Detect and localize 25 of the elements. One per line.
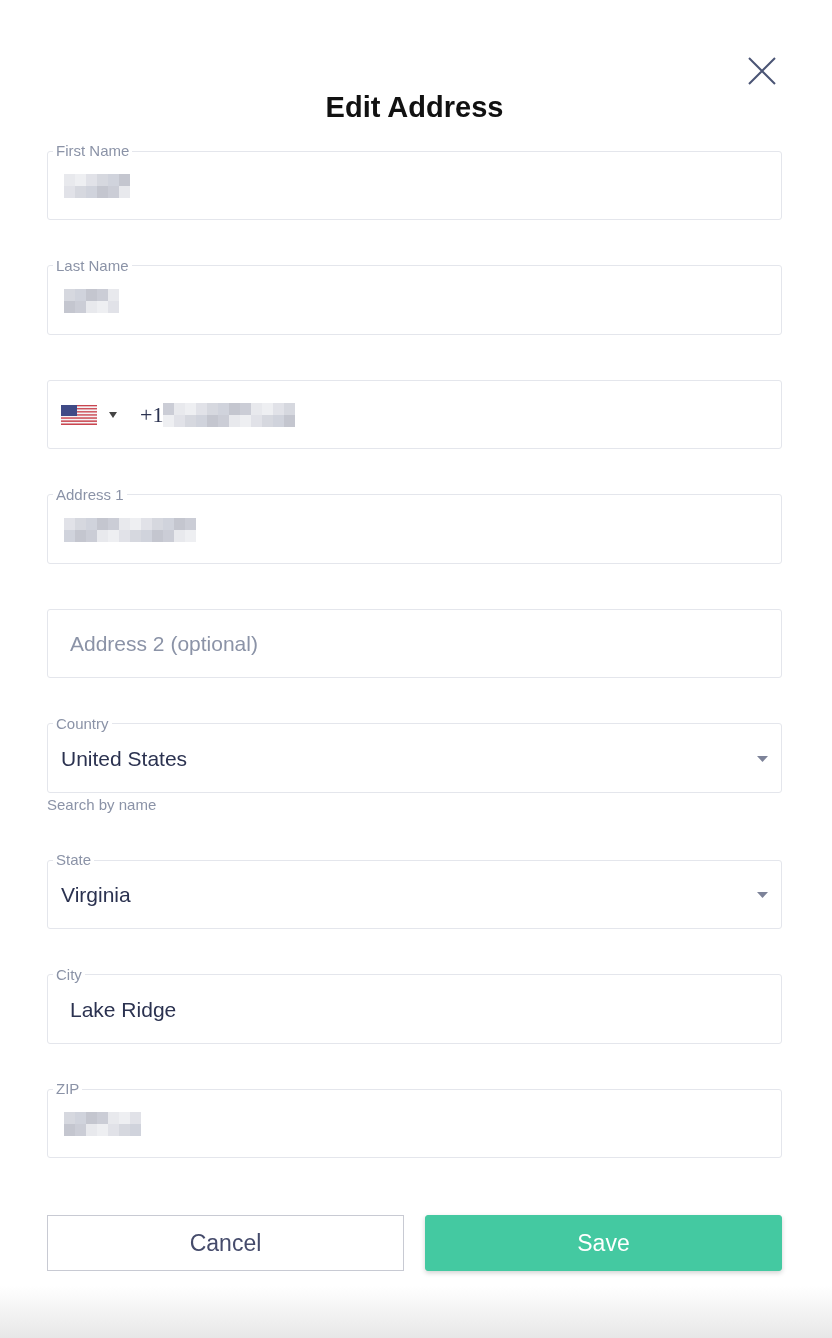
dropdown-field[interactable]: State Virginia xyxy=(47,852,782,929)
field-label: First Name xyxy=(55,143,131,159)
text-field[interactable]: Address 2 (optional) xyxy=(47,609,782,678)
close-button[interactable] xyxy=(748,57,776,85)
cancel-button[interactable]: Cancel xyxy=(47,1215,404,1271)
field-label: Address 1 xyxy=(55,486,125,503)
helper-text: Search by name xyxy=(47,794,158,815)
text-field[interactable]: City Lake Ridge xyxy=(47,966,782,1044)
text-input[interactable]: Lake Ridge xyxy=(70,995,759,1024)
caret-icon xyxy=(109,411,117,418)
dropdown-caret-icon xyxy=(757,755,768,762)
selected-value: United States xyxy=(60,745,189,772)
field-label: Last Name xyxy=(55,257,130,274)
phone-field[interactable]: +1 xyxy=(47,380,782,449)
dialog-title: Edit Address xyxy=(324,90,505,125)
dropdown-caret-icon xyxy=(757,892,768,898)
field-label: Country xyxy=(55,715,110,732)
field-label: City xyxy=(55,966,83,983)
field-label: ZIP xyxy=(55,1081,81,1097)
phone-number-text: +1 xyxy=(140,400,164,429)
text-input[interactable]: Address 2 (optional) xyxy=(70,629,759,658)
flag-icon xyxy=(61,404,97,425)
close-icon xyxy=(748,57,776,85)
selected-value: Virginia xyxy=(60,882,132,908)
field-label: State xyxy=(55,852,93,868)
